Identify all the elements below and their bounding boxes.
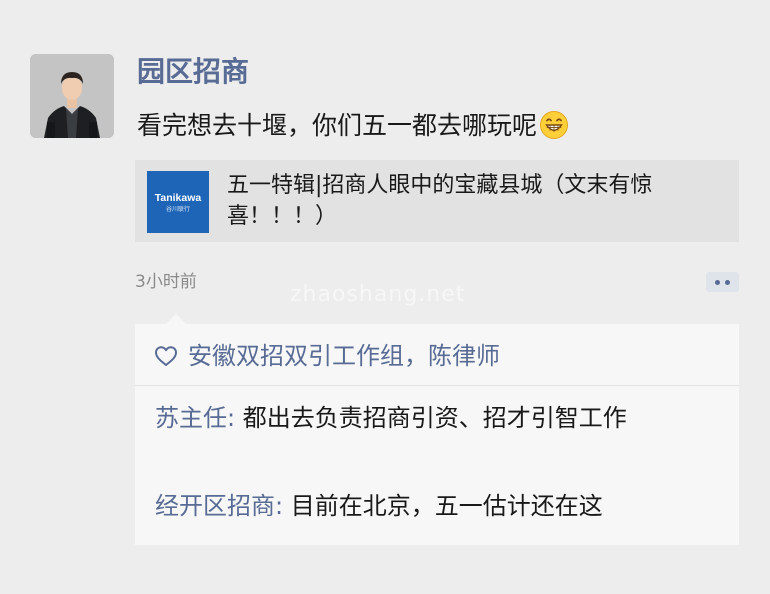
shared-article-title: 五一特辑|招商人眼中的宝藏县城（文末有惊喜！！！）: [227, 173, 653, 229]
comment-text: 目前在北京，五一估计还在这: [290, 492, 603, 520]
comment-separator: :: [227, 404, 243, 432]
comment-author[interactable]: 苏主任: [155, 404, 227, 432]
divider: [135, 385, 739, 386]
post-timestamp: 3小时前: [135, 272, 197, 292]
comment-item[interactable]: 苏主任: 都出去负责招商引资、招才引智工作: [155, 397, 715, 439]
post-text-content: 看完想去十堰，你们五一都去哪玩呢: [137, 111, 538, 140]
grinning-face-emoji-icon: [539, 110, 569, 151]
post-text: 看完想去十堰，你们五一都去哪玩呢: [137, 107, 569, 151]
watermark-text: zhaoshang.net: [290, 282, 466, 307]
more-actions-button[interactable]: [706, 272, 739, 292]
shared-article-card[interactable]: Tanikawa 谷川联行 五一特辑|招商人眼中的宝藏县城（文末有惊喜！！！）: [135, 160, 739, 242]
avatar[interactable]: [30, 54, 114, 138]
tanikawa-logo-thumbnail: Tanikawa 谷川联行: [147, 171, 209, 233]
liked-by-names[interactable]: 安徽双招双引工作组，陈律师: [188, 338, 500, 374]
post-author-name[interactable]: 园区招商: [137, 52, 249, 92]
heart-outline-icon: [155, 346, 177, 366]
thumbnail-brand: Tanikawa: [155, 192, 202, 204]
likes-comments-panel: 安徽双招双引工作组，陈律师 苏主任: 都出去负责招商引资、招才引智工作 经开区招…: [135, 324, 739, 545]
comment-text: 都出去负责招商引资、招才引智工作: [242, 404, 627, 432]
more-dot-icon: [715, 280, 720, 285]
panel-caret: [166, 314, 186, 324]
comment-author[interactable]: 经开区招商: [155, 492, 275, 520]
thumbnail-brand-sub: 谷川联行: [166, 205, 190, 213]
comment-separator: :: [275, 492, 291, 520]
person-portrait-image: [30, 54, 114, 138]
more-dot-icon: [725, 280, 730, 285]
likes-row: 安徽双招双引工作组，陈律师: [153, 338, 500, 374]
comment-item[interactable]: 经开区招商: 目前在北京，五一估计还在这: [155, 485, 715, 527]
